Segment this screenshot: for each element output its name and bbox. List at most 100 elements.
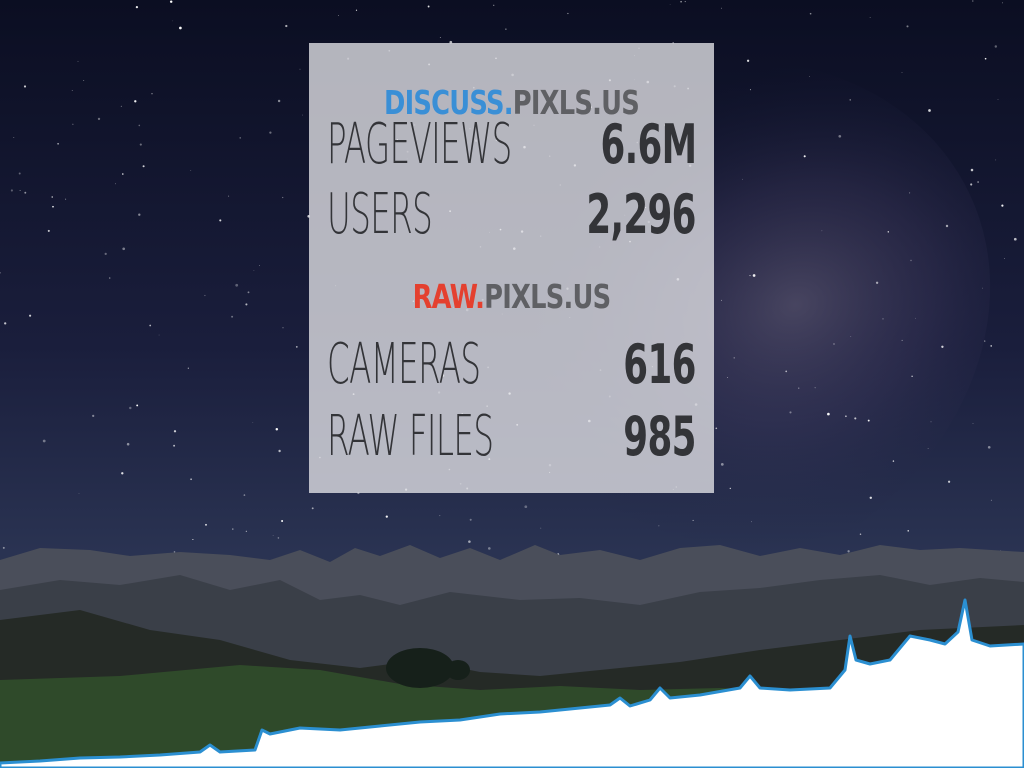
star [833, 343, 835, 345]
star [235, 283, 239, 287]
star [487, 547, 491, 550]
star [114, 183, 116, 185]
star [990, 499, 992, 501]
star [252, 422, 254, 423]
star [930, 421, 932, 423]
star [680, 0, 682, 3]
star [29, 314, 32, 317]
star [71, 90, 73, 91]
star [994, 45, 998, 48]
stat-label: CAMERAS [327, 332, 481, 397]
star [173, 430, 177, 433]
star [854, 417, 857, 420]
star [972, 0, 974, 2]
star [139, 143, 142, 146]
star [204, 294, 206, 297]
star [4, 322, 7, 325]
star [751, 521, 752, 523]
star [911, 375, 913, 377]
raw-site-prefix: RAW. [412, 277, 485, 316]
star [151, 93, 153, 95]
star [658, 525, 660, 527]
star [231, 315, 234, 318]
stats-card: DISCUSS.PIXLS.US PAGEVIEWS 6.6M USERS 2,… [309, 43, 714, 493]
star [338, 15, 339, 16]
star [977, 181, 979, 183]
star [2, 546, 5, 549]
star [727, 377, 728, 378]
star [282, 327, 284, 329]
star [984, 57, 987, 60]
star [692, 519, 694, 521]
star [984, 340, 986, 342]
star [752, 274, 756, 277]
star [10, 189, 13, 192]
star [77, 60, 79, 62]
star [192, 538, 194, 541]
stat-value: 985 [623, 405, 697, 468]
star [1013, 237, 1017, 241]
star [909, 192, 911, 194]
star [228, 195, 230, 197]
star [669, 3, 671, 5]
star [906, 25, 909, 28]
stat-value: 2,296 [586, 183, 697, 246]
star [915, 317, 916, 319]
star [219, 219, 222, 222]
star [720, 463, 724, 466]
star [970, 168, 974, 172]
star [277, 99, 281, 103]
stat-value: 6.6M [600, 113, 697, 176]
star [134, 100, 137, 103]
stat-label: PAGEVIEWS [327, 112, 512, 177]
star [269, 131, 272, 134]
star [1002, 2, 1003, 4]
star [173, 444, 176, 447]
star [869, 17, 871, 18]
star [259, 265, 260, 266]
stat-value: 616 [623, 333, 697, 396]
star [247, 291, 250, 294]
raw-site-heading: RAW.PIXLS.US [354, 277, 670, 317]
star [205, 523, 207, 526]
star [190, 169, 192, 171]
star [18, 172, 21, 175]
star [136, 404, 139, 407]
star [121, 472, 124, 475]
star [901, 339, 903, 341]
star [789, 411, 792, 414]
star [927, 448, 929, 449]
star [299, 68, 301, 70]
star [281, 520, 284, 522]
star [355, 9, 358, 11]
star [972, 422, 974, 424]
star [720, 299, 722, 301]
star [941, 345, 944, 348]
star [311, 507, 314, 510]
star [78, 493, 80, 494]
star [567, 12, 569, 15]
star [838, 134, 842, 138]
star [285, 24, 288, 28]
star [875, 281, 879, 284]
star [827, 412, 830, 416]
star [847, 550, 850, 553]
star [540, 527, 542, 529]
star [126, 442, 130, 446]
star [122, 247, 126, 251]
stat-row-pageviews: PAGEVIEWS 6.6M [327, 112, 697, 177]
star [749, 275, 751, 277]
star [785, 370, 788, 373]
star [493, 4, 495, 6]
star [135, 5, 139, 9]
star [83, 80, 85, 82]
tree-cluster [386, 648, 454, 688]
star [995, 159, 997, 161]
star [385, 515, 388, 518]
star [278, 449, 281, 453]
star [52, 205, 54, 208]
star [901, 71, 903, 73]
star [945, 224, 949, 228]
stat-row-raw-files: RAW FILES 985 [327, 405, 697, 469]
star [129, 406, 132, 410]
